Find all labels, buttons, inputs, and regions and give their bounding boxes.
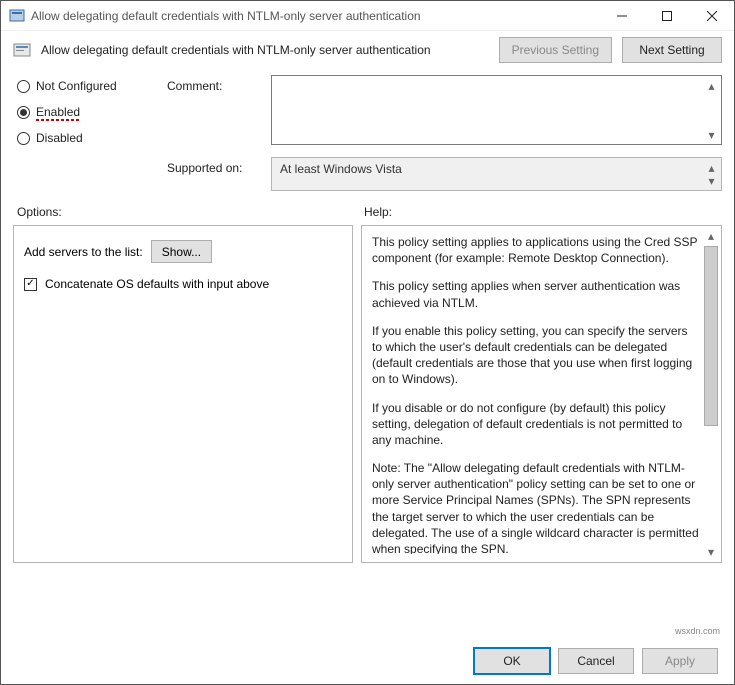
help-paragraph: This policy setting applies when server … [372, 278, 699, 310]
scroll-down-icon[interactable]: ▾ [703, 544, 719, 560]
comment-input[interactable]: ▴ ▾ [271, 75, 722, 145]
help-header: Help: [364, 205, 722, 219]
fields-area: Comment: ▴ ▾ Supported on: At least Wind… [167, 75, 722, 191]
help-paragraph: This policy setting applies to applicati… [372, 234, 699, 266]
comment-label: Comment: [167, 75, 261, 93]
radio-label: Not Configured [36, 79, 117, 93]
state-radio-group: Not Configured Enabled Disabled [17, 75, 147, 191]
radio-enabled[interactable]: Enabled [17, 105, 147, 119]
concat-checkbox[interactable]: ✓ [24, 278, 37, 291]
scroll-up-icon[interactable]: ▴ [704, 78, 719, 93]
minimize-button[interactable] [599, 1, 644, 30]
options-pane: Add servers to the list: Show... ✓ Conca… [13, 225, 353, 563]
scrollbar-thumb[interactable] [704, 246, 718, 426]
radio-not-configured[interactable]: Not Configured [17, 79, 147, 93]
show-button[interactable]: Show... [151, 240, 212, 263]
window-controls [599, 1, 734, 30]
concat-row[interactable]: ✓ Concatenate OS defaults with input abo… [24, 277, 342, 291]
section-headers: Options: Help: [1, 191, 734, 225]
help-paragraph: Note: The "Allow delegating default cred… [372, 460, 699, 554]
ok-button[interactable]: OK [474, 648, 550, 674]
add-servers-label: Add servers to the list: [24, 245, 143, 259]
dialog-footer: OK Cancel Apply [474, 648, 718, 674]
policy-title: Allow delegating default credentials wit… [41, 43, 489, 57]
comment-row: Comment: ▴ ▾ [167, 75, 722, 145]
next-setting-button[interactable]: Next Setting [622, 37, 722, 63]
supported-on-box: At least Windows Vista ▴ ▾ [271, 157, 722, 191]
options-header: Options: [17, 205, 364, 219]
header-row: Allow delegating default credentials wit… [1, 31, 734, 69]
apply-button[interactable]: Apply [642, 648, 718, 674]
radio-icon [17, 132, 30, 145]
scroll-down-icon[interactable]: ▾ [704, 127, 719, 142]
supported-row: Supported on: At least Windows Vista ▴ ▾ [167, 157, 722, 191]
radio-label: Disabled [36, 131, 83, 145]
help-content: This policy setting applies to applicati… [372, 234, 717, 554]
radio-disabled[interactable]: Disabled [17, 131, 147, 145]
add-servers-row: Add servers to the list: Show... [24, 240, 342, 263]
panes: Add servers to the list: Show... ✓ Conca… [1, 225, 734, 563]
help-paragraph: If you disable or do not configure (by d… [372, 400, 699, 449]
cancel-button[interactable]: Cancel [558, 648, 634, 674]
help-paragraph: If you enable this policy setting, you c… [372, 323, 699, 388]
maximize-button[interactable] [644, 1, 689, 30]
scroll-down-icon[interactable]: ▾ [704, 173, 719, 188]
radio-icon [17, 106, 30, 119]
radio-icon [17, 80, 30, 93]
watermark: wsxdn.com [675, 626, 720, 636]
help-pane: This policy setting applies to applicati… [361, 225, 722, 563]
policy-icon [13, 41, 31, 59]
app-icon [9, 8, 25, 24]
supported-label: Supported on: [167, 157, 261, 175]
help-scrollbar[interactable]: ▴ ▾ [703, 228, 719, 560]
supported-value: At least Windows Vista [280, 162, 402, 176]
scroll-up-icon[interactable]: ▴ [703, 228, 719, 244]
scrollbar-track[interactable] [703, 246, 719, 542]
previous-setting-button[interactable]: Previous Setting [499, 37, 612, 63]
config-area: Not Configured Enabled Disabled Comment:… [1, 69, 734, 191]
close-button[interactable] [689, 1, 734, 30]
window-title: Allow delegating default credentials wit… [31, 9, 599, 23]
concat-label: Concatenate OS defaults with input above [45, 277, 269, 291]
radio-label: Enabled [36, 105, 80, 119]
titlebar: Allow delegating default credentials wit… [1, 1, 734, 31]
